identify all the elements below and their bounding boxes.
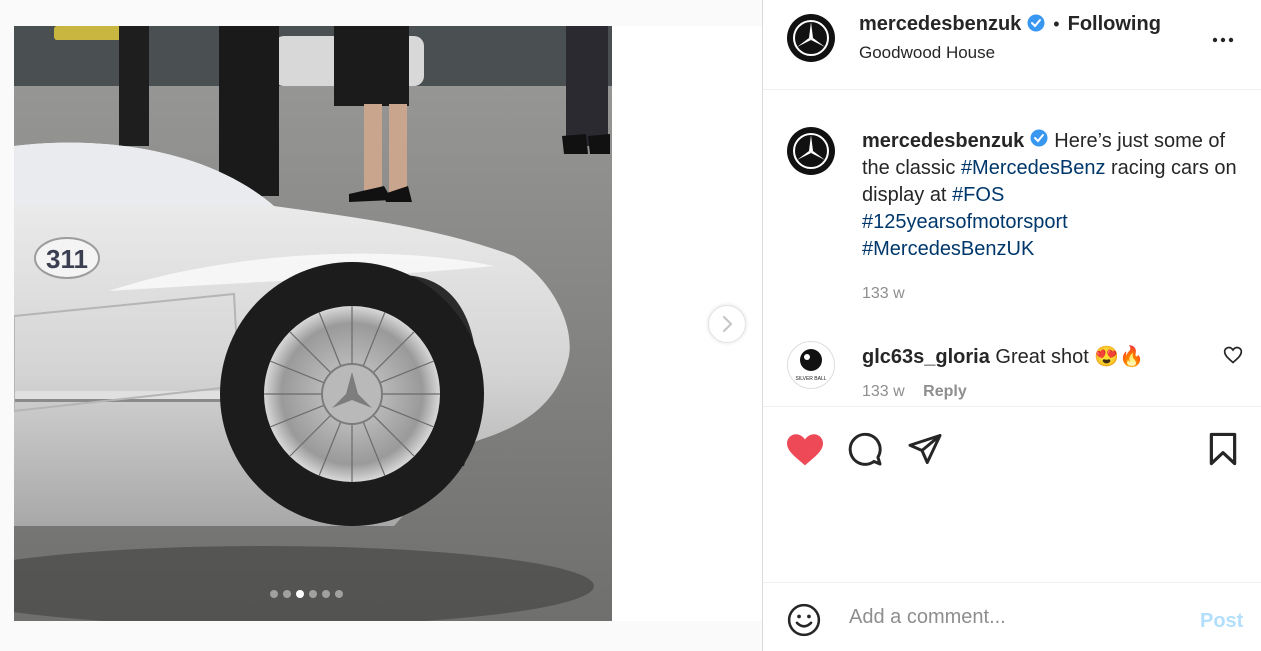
heart-outline-icon [1223, 346, 1243, 364]
following-button[interactable]: Following [1068, 13, 1161, 35]
post-comment-button[interactable]: Post [1200, 610, 1243, 633]
more-icon [1212, 37, 1234, 43]
action-bar [763, 406, 1261, 582]
commenter-avatar-label: SILVER BALL [795, 376, 826, 382]
comment-emoji: 😍🔥 [1094, 346, 1145, 368]
car-number: 311 [46, 244, 88, 274]
add-comment-bar: Post [763, 582, 1261, 651]
carousel-dot [283, 590, 291, 598]
comment-button[interactable] [847, 431, 883, 472]
share-icon [908, 434, 942, 464]
emoji-button[interactable] [787, 603, 821, 642]
more-options-button[interactable] [1211, 28, 1235, 57]
comment-time: 133 w [862, 383, 905, 400]
hashtag-link[interactable]: #FOS [952, 184, 1004, 206]
post-time: 133 w [862, 285, 905, 302]
car-photo-illustration: 311 [14, 26, 612, 621]
carousel-dot [309, 590, 317, 598]
commenter-username[interactable]: glc63s_gloria [862, 346, 990, 368]
hashtag-link[interactable]: #MercedesBenzUK [862, 238, 1034, 260]
heart-filled-icon [787, 434, 823, 466]
like-comment-button[interactable] [1223, 345, 1243, 370]
carousel-dot-active [296, 590, 304, 598]
next-arrow-icon [722, 315, 733, 333]
caption-username[interactable]: mercedesbenzuk [862, 130, 1024, 152]
verified-icon [1030, 128, 1048, 155]
author-line: mercedesbenzuk • Following [859, 13, 1161, 37]
media-pane: 311 [0, 0, 762, 651]
like-button[interactable] [785, 431, 825, 472]
comment-icon [848, 432, 882, 466]
comment-text: Great shot [995, 346, 1089, 368]
post-header: mercedesbenzuk • Following Goodwood House [763, 0, 1261, 90]
reply-button[interactable]: Reply [923, 383, 967, 400]
share-button[interactable] [907, 431, 943, 472]
hashtag-link[interactable]: #MercedesBenz [961, 157, 1106, 179]
author-username[interactable]: mercedesbenzuk [859, 13, 1021, 35]
silverball-logo-icon: SILVER BALL [795, 349, 827, 382]
mercedes-star-icon [793, 20, 829, 56]
comment-meta: 133 w Reply [862, 383, 967, 401]
post-details-pane: mercedesbenzuk • Following Goodwood House … [762, 0, 1261, 651]
post-photo[interactable]: 311 [14, 26, 612, 621]
comments-scroll-area[interactable]: mercedesbenzuk Here’s just some of the cl… [763, 91, 1261, 406]
commenter-avatar[interactable]: SILVER BALL [787, 341, 835, 389]
author-avatar[interactable] [787, 14, 835, 62]
separator-dot: • [1053, 14, 1060, 34]
verified-icon [1027, 14, 1045, 37]
comment-input[interactable] [847, 605, 1181, 630]
carousel-dot [270, 590, 278, 598]
carousel-dot [322, 590, 330, 598]
hashtag-link[interactable]: #125yearsofmotorsport [862, 211, 1068, 233]
caption-avatar[interactable] [787, 127, 835, 175]
post-location[interactable]: Goodwood House [859, 43, 995, 63]
bookmark-icon [1209, 432, 1237, 466]
emoji-icon [787, 603, 821, 637]
mercedes-star-icon [793, 133, 829, 169]
post-caption: mercedesbenzuk Here’s just some of the cl… [862, 128, 1242, 263]
carousel-dot [335, 590, 343, 598]
comment-item: SILVER BALL glc63s_gloria Great shot 😍🔥 … [763, 331, 1261, 406]
carousel-dots [270, 590, 343, 598]
save-button[interactable] [1207, 431, 1239, 472]
next-slide-button[interactable] [708, 305, 746, 343]
comment-body: glc63s_gloria Great shot 😍🔥 [862, 344, 1144, 369]
